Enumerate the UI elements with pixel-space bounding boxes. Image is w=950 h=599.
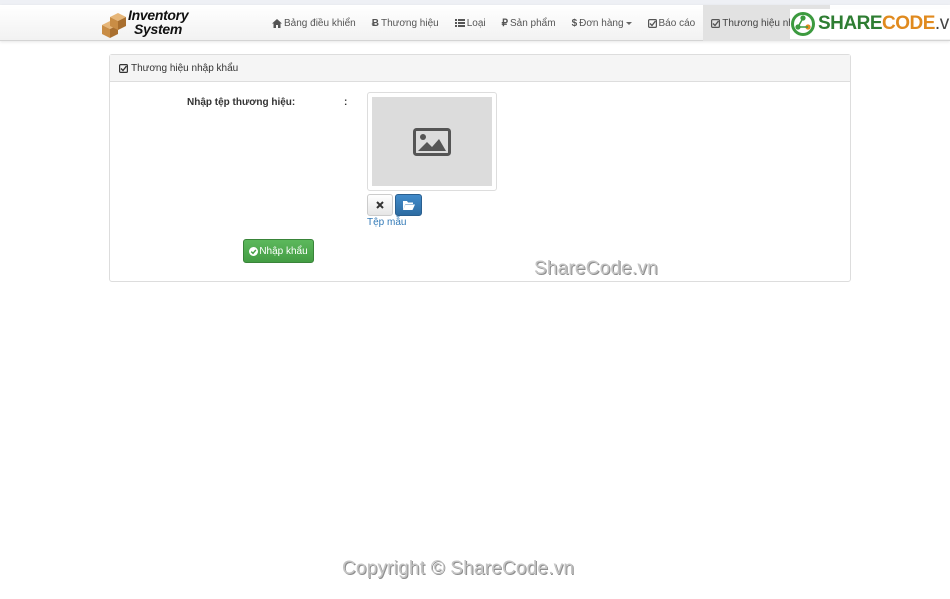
image-icon (413, 127, 451, 156)
import-button-label: Nhập khẩu (259, 245, 308, 257)
dollar-icon: $ (571, 17, 578, 29)
brand-logo[interactable]: Inventory System (100, 7, 210, 41)
panel-title: Thương hiệu nhập khẩu (131, 62, 239, 74)
nav-item-label: Đơn hàng (579, 17, 624, 29)
nav-item-dashboard[interactable]: Bảng điều khiển (264, 5, 364, 41)
panel-heading: Thương hiệu nhập khẩu (110, 55, 850, 82)
nav-item-label: Loại (466, 17, 486, 29)
bitcoin-icon: Ƀ (371, 17, 379, 29)
home-icon (272, 18, 282, 28)
file-preview[interactable] (367, 92, 497, 191)
brand-line2: System (134, 21, 183, 37)
nav-item-products[interactable]: ₽ Sản phẩm (494, 5, 564, 41)
nav-item-label: Bảng điều khiển (284, 17, 356, 29)
watermark-copyright: Copyright © ShareCode.vn (342, 558, 575, 579)
ruble-icon: ₽ (501, 17, 508, 29)
boxes-icon (102, 13, 126, 38)
sample-file-link[interactable]: Tệp mẫu (367, 217, 406, 228)
main-nav: Bảng điều khiển Ƀ Thương hiệu Loại ₽ Sản… (264, 5, 831, 41)
brand-line1: Inventory (128, 7, 189, 23)
folder-open-icon (402, 200, 415, 210)
chevron-down-icon (625, 21, 632, 25)
check-square-icon (119, 63, 128, 73)
browse-file-button[interactable] (395, 194, 422, 216)
check-square-icon (711, 18, 721, 28)
nav-item-label: Sản phẩm (509, 17, 556, 29)
watermark-middle: ShareCode.vn (534, 258, 658, 279)
sharecode-emblem-icon (791, 12, 815, 36)
brand-name: Inventory System (128, 7, 189, 37)
nav-item-reports[interactable]: Báo cáo (640, 5, 704, 41)
close-icon (376, 201, 384, 209)
nav-item-label: Thương hiệu (380, 17, 439, 29)
brand-file-label: Nhập tệp thương hiệu: (187, 97, 296, 108)
preview-placeholder (372, 97, 492, 186)
nav-item-orders[interactable]: $ Đơn hàng (564, 5, 640, 41)
nav-item-label: Báo cáo (658, 17, 696, 29)
check-circle-icon (249, 246, 259, 256)
label-colon: : (344, 97, 348, 108)
nav-item-brands[interactable]: Ƀ Thương hiệu (364, 5, 447, 41)
list-icon (454, 19, 465, 27)
import-button[interactable]: Nhập khẩu (243, 239, 314, 263)
nav-item-categories[interactable]: Loại (447, 5, 494, 41)
sharecode-wordmark: SHARECODE.vn (818, 13, 950, 34)
check-square-icon (647, 18, 657, 28)
sharecode-logo: SHARECODE.vn (790, 9, 950, 39)
import-panel: Thương hiệu nhập khẩu Nhập tệp thương hi… (109, 54, 851, 282)
remove-file-button[interactable] (367, 194, 393, 216)
